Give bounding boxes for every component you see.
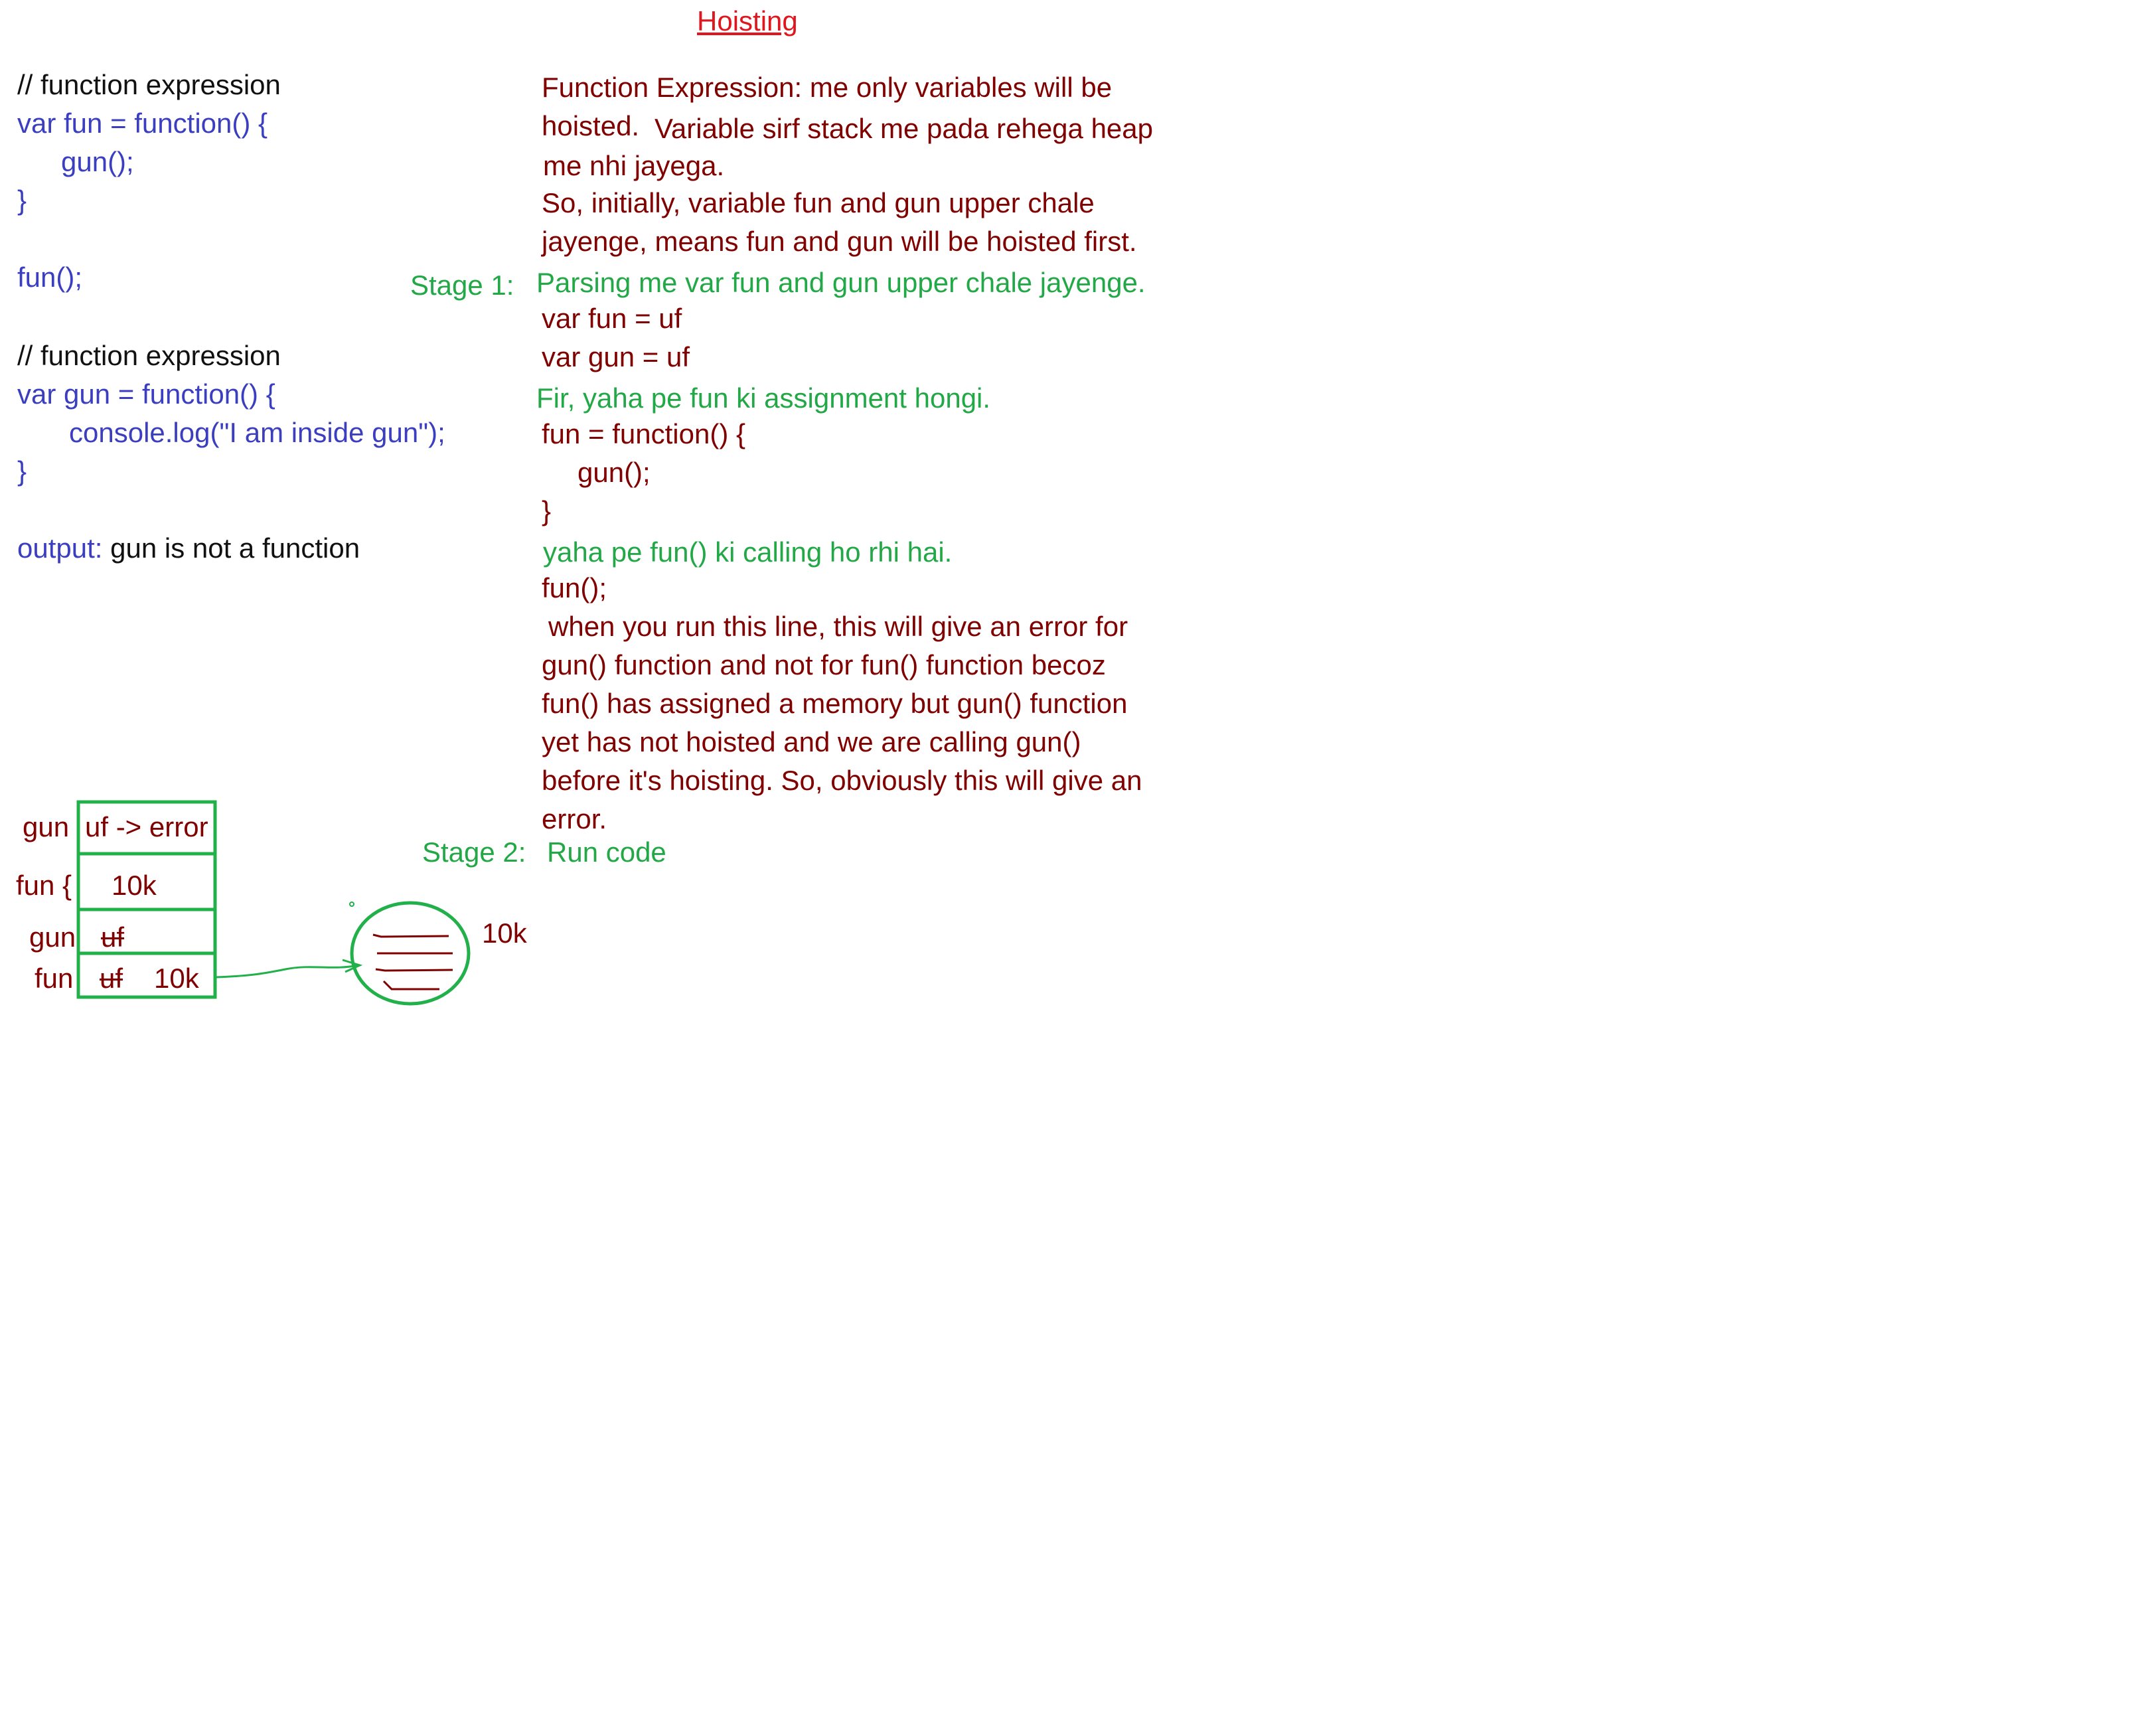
heap-code-lines xyxy=(372,933,453,990)
memory-row-value: 10k xyxy=(112,870,157,901)
memory-cell xyxy=(76,907,217,955)
ink-dot xyxy=(349,902,354,907)
memory-row-struck-value: uf xyxy=(100,963,123,994)
memory-row-label: gun xyxy=(29,921,76,953)
memory-row-label: fun { xyxy=(16,870,72,901)
memory-row-value: 10k xyxy=(154,963,199,994)
memory-row-label: gun xyxy=(23,811,70,842)
memory-row-label: fun xyxy=(35,963,74,994)
memory-diagram xyxy=(76,800,471,1006)
memory-row-value: uf xyxy=(101,921,125,953)
memory-row-value: uf -> error xyxy=(85,811,208,842)
pointer-arrow xyxy=(214,964,359,979)
heap-address-label: 10k xyxy=(482,917,527,949)
